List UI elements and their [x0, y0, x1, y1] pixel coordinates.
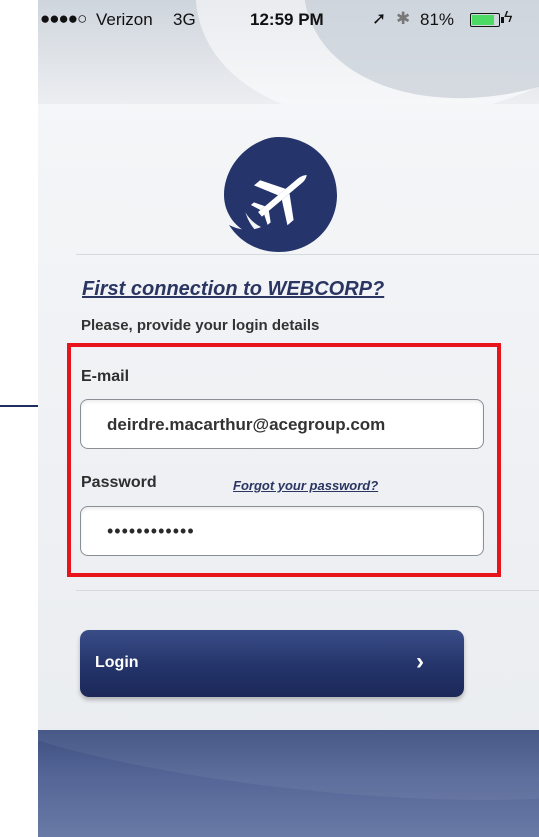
chevron-right-icon: › [416, 648, 424, 675]
login-screen: ●●●●○ Verizon 3G 12:59 PM ➚ ✱ 81% ϟ Firs… [38, 0, 539, 837]
location-arrow-icon: ➚ [372, 9, 387, 28]
divider [76, 254, 539, 255]
airplane-logo-icon [219, 135, 339, 253]
login-instruction: Please, provide your login details [81, 317, 320, 334]
credentials-highlight-box [67, 343, 501, 577]
login-button-label: Login [95, 654, 139, 671]
network-type: 3G [173, 10, 196, 29]
carrier-name: Verizon [96, 10, 153, 29]
battery-percentage: 81% [420, 10, 455, 29]
battery-icon [470, 13, 504, 27]
charging-bolt-icon: ϟ [504, 9, 513, 26]
footer-decoration [38, 730, 539, 837]
signal-strength-icon: ●●●●○ [40, 9, 87, 28]
divider [76, 590, 539, 591]
status-time: 12:59 PM [250, 10, 324, 29]
first-connection-link[interactable]: First connection to WEBCORP? [82, 278, 384, 301]
login-button[interactable]: Login › [80, 630, 464, 697]
status-bar: ●●●●○ Verizon 3G 12:59 PM ➚ ✱ 81% ϟ [38, 0, 539, 38]
bluetooth-icon: ✱ [396, 9, 411, 28]
